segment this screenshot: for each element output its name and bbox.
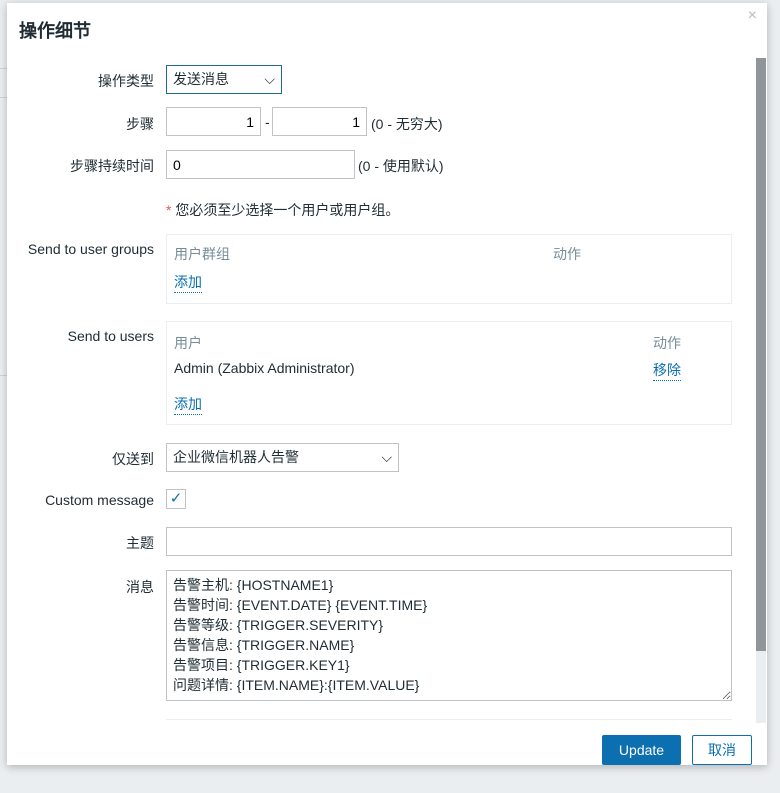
dialog-scrollbar[interactable]: [756, 58, 766, 723]
steps-hint: (0 - 无穷大): [371, 116, 443, 132]
add-user-group-link[interactable]: 添加: [174, 272, 202, 293]
scrollbar-thumb[interactable]: [756, 58, 766, 651]
send-only-to-value: 企业微信机器人告警: [173, 449, 299, 465]
chevron-down-icon: ⌵: [264, 71, 275, 87]
users-table: 用户 动作 Admin (Zabbix Administrator) 移除 添加: [166, 321, 732, 425]
cancel-button[interactable]: 取消: [692, 735, 752, 765]
step-duration-input[interactable]: [166, 150, 355, 179]
dialog-title: 操作细节: [19, 21, 91, 41]
step-duration-label: 步骤持续时间: [70, 158, 154, 174]
custom-message-checkbox[interactable]: ✓: [166, 489, 186, 509]
user-groups-table: 用户群组 动作 添加: [166, 234, 732, 304]
operation-type-label: 操作类型: [98, 73, 154, 89]
user-group-column-header: 用户群组: [174, 246, 230, 262]
required-text: 您必须至少选择一个用户或用户组。: [175, 202, 400, 218]
required-note: * 您必须至少选择一个用户或用户组。: [166, 200, 399, 220]
required-asterisk: *: [166, 202, 172, 218]
send-only-to-label: 仅送到: [112, 451, 154, 467]
message-textarea[interactable]: 告警主机: {HOSTNAME1} 告警时间: {EVENT.DATE} {EV…: [166, 570, 732, 701]
close-icon[interactable]: ×: [748, 7, 757, 25]
steps-label: 步骤: [126, 116, 154, 132]
action-column-header: 动作: [653, 335, 681, 351]
subject-label: 主题: [126, 535, 154, 551]
subject-input[interactable]: [166, 527, 732, 556]
custom-message-label: Custom message: [45, 492, 154, 508]
step-from-input[interactable]: [166, 107, 261, 136]
action-column-header: 动作: [553, 246, 581, 262]
chevron-down-icon: ⌵: [381, 449, 392, 465]
step-duration-hint: (0 - 使用默认): [358, 158, 444, 174]
send-only-to-select[interactable]: 企业微信机器人告警 ⌵: [166, 443, 399, 472]
user-column-header: 用户: [174, 335, 202, 351]
operation-type-select[interactable]: 发送消息 ⌵: [166, 65, 282, 94]
user-name: Admin (Zabbix Administrator): [174, 360, 355, 376]
message-label: 消息: [126, 579, 154, 595]
add-user-link[interactable]: 添加: [174, 394, 202, 415]
divider: [166, 719, 732, 720]
update-button[interactable]: Update: [602, 735, 681, 765]
remove-user-link[interactable]: 移除: [653, 360, 681, 381]
steps-separator: -: [265, 114, 270, 130]
operation-details-dialog: 操作细节 × 操作类型 发送消息 ⌵ 步骤 - (0 - 无穷大) 步骤持续时间…: [7, 3, 767, 765]
checkmark-icon: ✓: [169, 490, 183, 507]
user-groups-label: Send to user groups: [27, 241, 154, 257]
step-to-input[interactable]: [272, 107, 367, 136]
users-label: Send to users: [67, 328, 154, 344]
operation-type-value: 发送消息: [173, 71, 229, 87]
